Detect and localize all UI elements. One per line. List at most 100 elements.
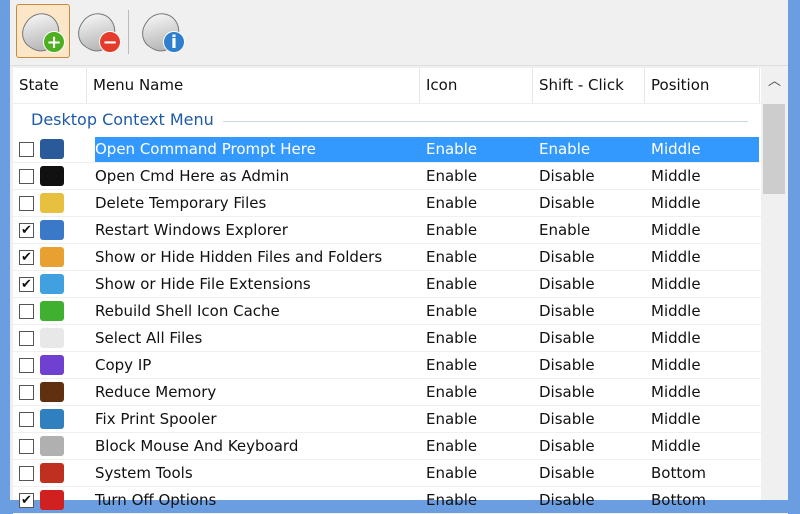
position-value: Middle <box>651 194 701 212</box>
shift-click-value: Disable <box>539 383 595 401</box>
menu-item-icon <box>40 247 64 267</box>
shift-click-value: Disable <box>539 491 595 509</box>
menu-name: System Tools <box>95 464 193 482</box>
position-value: Middle <box>651 383 701 401</box>
menu-item-icon <box>40 355 64 375</box>
icon-value: Enable <box>426 275 478 293</box>
icon-value: Enable <box>426 464 478 482</box>
state-checkbox[interactable] <box>19 411 34 427</box>
icon-value: Enable <box>426 221 478 239</box>
shift-click-value: Disable <box>539 410 595 428</box>
table-row[interactable]: Copy IP Enable Disable Middle <box>13 352 788 379</box>
icon-value: Enable <box>426 491 478 509</box>
table-row[interactable]: ✔ Show or Hide Hidden Files and Folders … <box>13 244 788 271</box>
group-header[interactable]: Desktop Context Menu <box>13 104 788 136</box>
menu-name: Select All Files <box>95 329 203 347</box>
position-value: Middle <box>651 410 701 428</box>
add-menu-badge-icon: + <box>43 31 65 53</box>
menu-item-icon <box>40 409 64 429</box>
menu-item-icon <box>40 274 64 294</box>
icon-value: Enable <box>426 167 478 185</box>
table-row[interactable]: Open Cmd Here as Admin Enable Disable Mi… <box>13 163 788 190</box>
remove-menu-button[interactable]: − <box>71 4 126 58</box>
state-checkbox[interactable]: ✔ <box>19 222 34 238</box>
toolbar-separator <box>128 10 129 54</box>
position-value: Middle <box>651 329 701 347</box>
scroll-up-icon[interactable]: ︿ <box>761 70 788 89</box>
info-button[interactable]: i <box>135 4 190 58</box>
position-value: Middle <box>651 356 701 374</box>
shift-click-value: Disable <box>539 248 595 266</box>
remove-menu-badge-icon: − <box>99 31 121 53</box>
app-window: + − i State Menu Name Icon Shift - Click P… <box>10 0 788 514</box>
shift-click-value: Disable <box>539 464 595 482</box>
column-position[interactable]: Position <box>645 68 760 103</box>
info-badge-icon: i <box>163 31 185 53</box>
shift-click-value: Disable <box>539 194 595 212</box>
table-row[interactable]: Delete Temporary Files Enable Disable Mi… <box>13 190 788 217</box>
menu-name: Fix Print Spooler <box>95 410 217 428</box>
column-shift-click[interactable]: Shift - Click <box>533 68 645 103</box>
table-row[interactable]: Fix Print Spooler Enable Disable Middle <box>13 406 788 433</box>
menu-item-icon <box>40 436 64 456</box>
menu-name: Reduce Memory <box>95 383 217 401</box>
scroll-thumb[interactable] <box>763 104 785 194</box>
column-menu-name[interactable]: Menu Name <box>87 68 420 103</box>
icon-value: Enable <box>426 383 478 401</box>
list-header: State Menu Name Icon Shift - Click Posit… <box>13 68 788 104</box>
state-checkbox[interactable] <box>19 141 34 157</box>
state-checkbox[interactable] <box>19 168 34 184</box>
state-checkbox[interactable]: ✔ <box>19 492 34 508</box>
shift-click-value: Disable <box>539 302 595 320</box>
state-checkbox[interactable] <box>19 330 34 346</box>
menu-name: Open Cmd Here as Admin <box>95 167 290 185</box>
toolbar: + − i <box>10 0 788 66</box>
menu-list: State Menu Name Icon Shift - Click Posit… <box>13 68 788 514</box>
menu-name: Turn Off Options <box>95 491 217 509</box>
menu-name: Delete Temporary Files <box>95 194 267 212</box>
state-checkbox[interactable] <box>19 438 34 454</box>
icon-value: Enable <box>426 329 478 347</box>
state-checkbox[interactable] <box>19 465 34 481</box>
menu-item-icon <box>40 193 64 213</box>
icon-value: Enable <box>426 437 478 455</box>
state-checkbox[interactable] <box>19 303 34 319</box>
state-checkbox[interactable] <box>19 195 34 211</box>
icon-value: Enable <box>426 302 478 320</box>
column-icon[interactable]: Icon <box>420 68 533 103</box>
menu-name: Block Mouse And Keyboard <box>95 437 299 455</box>
table-row[interactable]: Rebuild Shell Icon Cache Enable Disable … <box>13 298 788 325</box>
table-row[interactable]: Select All Files Enable Disable Middle <box>13 325 788 352</box>
column-state[interactable]: State <box>13 68 87 103</box>
table-row[interactable]: ✔ Show or Hide File Extensions Enable Di… <box>13 271 788 298</box>
table-row[interactable]: System Tools Enable Disable Bottom <box>13 460 788 487</box>
state-checkbox[interactable]: ✔ <box>19 249 34 265</box>
shift-click-value: Disable <box>539 275 595 293</box>
table-row[interactable]: Open Command Prompt Here Enable Enable M… <box>13 136 788 163</box>
table-row[interactable]: Reduce Memory Enable Disable Middle <box>13 379 788 406</box>
state-checkbox[interactable] <box>19 384 34 400</box>
menu-item-icon <box>40 301 64 321</box>
menu-item-icon <box>40 490 64 510</box>
state-checkbox[interactable]: ✔ <box>19 276 34 292</box>
table-row[interactable]: ✔ Restart Windows Explorer Enable Enable… <box>13 217 788 244</box>
menu-name: Copy IP <box>95 356 152 374</box>
add-menu-button[interactable]: + <box>15 4 70 58</box>
menu-name: Rebuild Shell Icon Cache <box>95 302 280 320</box>
table-row[interactable]: ✔ Turn Off Options Enable Disable Bottom <box>13 487 788 514</box>
menu-name: Show or Hide File Extensions <box>95 275 311 293</box>
icon-value: Enable <box>426 356 478 374</box>
position-value: Bottom <box>651 464 707 482</box>
icon-value: Enable <box>426 248 478 266</box>
position-value: Middle <box>651 275 701 293</box>
icon-value: Enable <box>426 194 478 212</box>
vertical-scrollbar[interactable]: ︿ <box>761 68 788 500</box>
menu-item-icon <box>40 382 64 402</box>
table-row[interactable]: Block Mouse And Keyboard Enable Disable … <box>13 433 788 460</box>
icon-value: Enable <box>426 140 478 158</box>
menu-item-icon <box>40 166 64 186</box>
state-checkbox[interactable] <box>19 357 34 373</box>
position-value: Middle <box>651 437 701 455</box>
shift-click-value: Disable <box>539 167 595 185</box>
shift-click-value: Disable <box>539 329 595 347</box>
